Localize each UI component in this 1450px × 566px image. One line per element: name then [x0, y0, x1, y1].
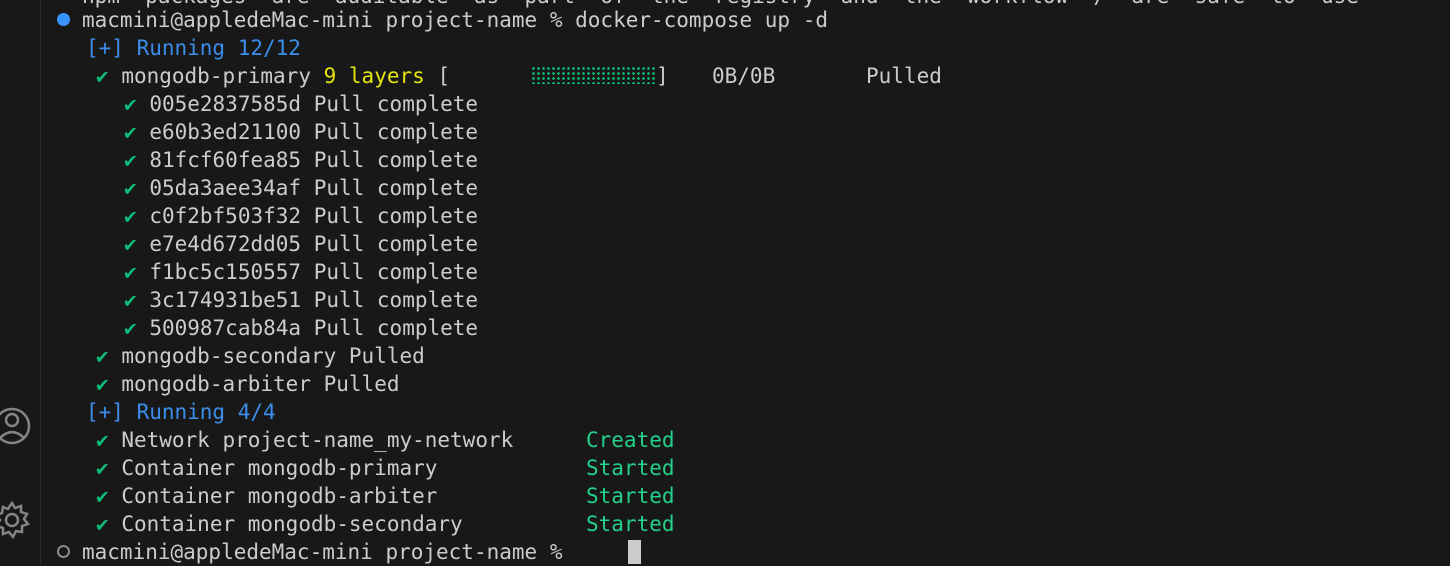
- check-icon: ✔: [124, 120, 137, 144]
- check-icon: ✔: [124, 204, 137, 228]
- resource-status: Created: [586, 428, 675, 452]
- layer-row: ✔ 3c174931be51 Pull complete: [124, 286, 478, 314]
- gear-icon[interactable]: [0, 498, 36, 542]
- prompt-symbol: %: [549, 540, 563, 564]
- resource-name: Network project-name_my-network: [121, 428, 514, 452]
- check-icon: ✔: [124, 232, 137, 256]
- primary-status: Pulled: [866, 64, 942, 88]
- layer-row: ✔ 005e2837585d Pull complete: [124, 90, 478, 118]
- prompt-user-host: macmini@appledeMac-mini: [82, 540, 373, 564]
- layer-row: ✔ f1bc5c150557 Pull complete: [124, 258, 478, 286]
- activity-bar: [0, 0, 40, 564]
- bracket-close: ]: [656, 64, 669, 88]
- primary-size: 0B/0B: [712, 64, 776, 88]
- layer-id: 3c174931be51: [149, 288, 302, 312]
- layer-row: ✔ e60b3ed21100 Pull complete: [124, 118, 478, 146]
- resource-row: ✔ Container mongodb-primary: [96, 454, 437, 482]
- layer-id: c0f2bf503f32: [149, 204, 302, 228]
- prompt-dir: project-name: [385, 8, 538, 32]
- check-icon: ✔: [96, 372, 109, 396]
- check-icon: ✔: [124, 316, 137, 340]
- command-success-dot[interactable]: [57, 13, 70, 26]
- layer-id: 500987cab84a: [149, 316, 302, 340]
- check-icon: ✔: [124, 148, 137, 172]
- check-icon: ✔: [96, 344, 109, 368]
- check-icon: ✔: [96, 512, 109, 536]
- resource-name: Container mongodb-arbiter: [121, 484, 438, 508]
- bracket-open: [: [437, 64, 451, 88]
- layer-status: Pull complete: [313, 260, 479, 284]
- check-icon: ✔: [96, 484, 109, 508]
- command-text: docker-compose up -d: [575, 8, 829, 32]
- layer-id: 81fcf60fea85: [149, 148, 302, 172]
- layer-row: ✔ 500987cab84a Pull complete: [124, 314, 478, 342]
- layer-id: 005e2837585d: [149, 92, 302, 116]
- arbiter-pull-row: ✔ mongodb-arbiter Pulled: [96, 370, 399, 398]
- command-pending-dot[interactable]: [57, 545, 70, 558]
- check-icon: ✔: [124, 260, 137, 284]
- check-icon: ✔: [96, 428, 109, 452]
- resource-status: Started: [586, 456, 675, 480]
- resource-status: Started: [586, 512, 675, 536]
- layer-status: Pull complete: [313, 148, 479, 172]
- pull-progress-bar: [531, 66, 655, 84]
- check-icon: ✔: [124, 92, 137, 116]
- primary-pull-row: ✔ mongodb-primary 9 layers [: [96, 62, 450, 90]
- resource-row: ✔ Network project-name_my-network: [96, 426, 513, 454]
- layer-row: ✔ e7e4d672dd05 Pull complete: [124, 230, 478, 258]
- layer-status: Pull complete: [313, 176, 479, 200]
- service-name: mongodb-secondary: [121, 344, 337, 368]
- service-status: Pulled: [323, 372, 400, 396]
- layer-id: 05da3aee34af: [149, 176, 302, 200]
- service-status: Pulled: [348, 344, 425, 368]
- account-icon[interactable]: [0, 404, 36, 448]
- terminal-panel[interactable]: npm packages are auditable as part of th…: [41, 0, 1450, 564]
- prompt-symbol: %: [549, 8, 563, 32]
- resource-row: ✔ Container mongodb-secondary: [96, 510, 463, 538]
- primary-name: mongodb-primary: [121, 64, 311, 88]
- layer-status: Pull complete: [313, 232, 479, 256]
- layer-status: Pull complete: [313, 92, 479, 116]
- layer-row: ✔ 05da3aee34af Pull complete: [124, 174, 478, 202]
- secondary-pull-row: ✔ mongodb-secondary Pulled: [96, 342, 425, 370]
- layer-id: e7e4d672dd05: [149, 232, 302, 256]
- layer-id: f1bc5c150557: [149, 260, 302, 284]
- resource-name: Container mongodb-primary: [121, 456, 438, 480]
- layer-status: Pull complete: [313, 204, 479, 228]
- layer-status: Pull complete: [313, 316, 479, 340]
- layer-row: ✔ 81fcf60fea85 Pull complete: [124, 146, 478, 174]
- running-status-1: [+] Running 12/12: [86, 36, 301, 60]
- prompt-line-1: macmini@appledeMac-mini project-name % d…: [82, 6, 828, 34]
- check-icon: ✔: [96, 456, 109, 480]
- prompt-dir: project-name: [385, 540, 538, 564]
- service-name: mongodb-arbiter: [121, 372, 311, 396]
- terminal-cursor: [628, 540, 641, 564]
- check-icon: ✔: [124, 176, 137, 200]
- prompt-user-host: macmini@appledeMac-mini: [82, 8, 373, 32]
- layer-row: ✔ c0f2bf503f32 Pull complete: [124, 202, 478, 230]
- layer-id: e60b3ed21100: [149, 120, 302, 144]
- resource-row: ✔ Container mongodb-arbiter: [96, 482, 437, 510]
- resource-status: Started: [586, 484, 675, 508]
- check-icon: ✔: [124, 288, 137, 312]
- layer-status: Pull complete: [313, 288, 479, 312]
- resource-name: Container mongodb-secondary: [121, 512, 463, 536]
- running-status-2: [+] Running 4/4: [86, 400, 276, 424]
- layer-status: Pull complete: [313, 120, 479, 144]
- prompt-line-2: macmini@appledeMac-mini project-name %: [82, 538, 575, 566]
- check-icon: ✔: [96, 64, 109, 88]
- primary-layers: 9 layers: [323, 64, 425, 88]
